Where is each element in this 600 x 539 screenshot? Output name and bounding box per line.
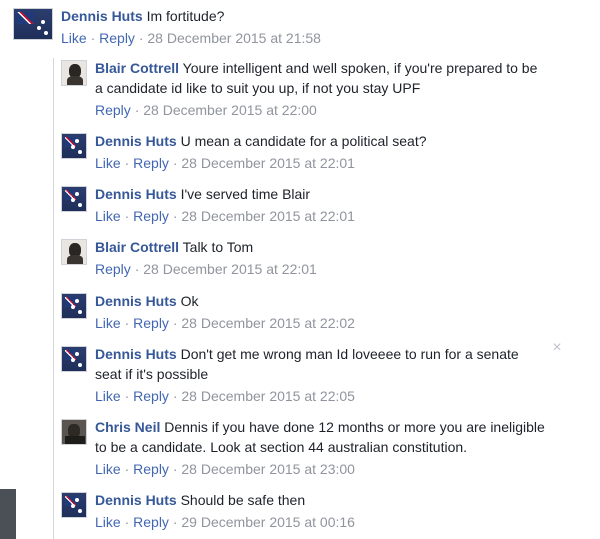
like-button[interactable]: Like (95, 155, 121, 171)
comment-timestamp[interactable]: 28 December 2015 at 23:00 (181, 461, 355, 477)
flag-avatar-icon[interactable] (13, 8, 53, 40)
separator-dot: · (172, 461, 178, 477)
separator-dot: · (134, 261, 140, 277)
comment-meta: Like · Reply · 28 December 2015 at 22:02 (95, 314, 355, 332)
comment-text-line: Dennis Huts Don't get me wrong man Id lo… (95, 344, 547, 384)
comment-author[interactable]: Dennis Huts (95, 186, 177, 202)
comment-author[interactable]: Dennis Huts (61, 8, 143, 24)
person-avatar-icon[interactable] (61, 239, 87, 265)
like-button[interactable]: Like (95, 315, 121, 331)
reply-button[interactable]: Reply (133, 514, 169, 530)
like-button[interactable]: Like (95, 514, 121, 530)
comment-author[interactable]: Dennis Huts (95, 133, 177, 149)
comment-timestamp[interactable]: 28 December 2015 at 21:58 (147, 30, 321, 46)
comment-text: Should be safe then (180, 492, 306, 508)
separator-dot: · (172, 388, 178, 404)
person-avatar-icon[interactable] (61, 60, 87, 86)
reply-item: Dennis Huts Don't get me wrong man Id lo… (61, 344, 551, 405)
comment-timestamp[interactable]: 28 December 2015 at 22:05 (181, 388, 355, 404)
comment-author[interactable]: Dennis Huts (95, 492, 177, 508)
scrollbar-edge (0, 489, 16, 539)
comment-text: Ok (180, 293, 199, 309)
comment-meta: Reply · 28 December 2015 at 22:00 (95, 101, 541, 119)
flag-avatar-icon[interactable] (61, 133, 87, 159)
flag-avatar-icon[interactable] (61, 492, 87, 518)
like-button[interactable]: Like (95, 388, 121, 404)
reply-item: Dennis Huts U mean a candidate for a pol… (61, 131, 561, 172)
comment-author[interactable]: Blair Cottrell (95, 239, 179, 255)
comment-meta: Reply · 28 December 2015 at 22:01 (95, 260, 317, 278)
reply-item: Blair Cottrell Youre intelligent and wel… (61, 58, 541, 119)
separator-dot: · (90, 30, 96, 46)
comment-text-line: Dennis Huts I've served time Blair (95, 184, 355, 204)
reply-thread-line (53, 58, 54, 539)
reply-button[interactable]: Reply (95, 102, 131, 118)
separator-dot: · (172, 514, 178, 530)
comment-text-line: Dennis Huts Im fortitude? (61, 6, 321, 26)
comment-text: Talk to Tom (182, 239, 254, 255)
comment-text: I've served time Blair (180, 186, 311, 202)
close-icon[interactable]: × (550, 340, 564, 356)
flag-avatar-icon[interactable] (61, 346, 87, 372)
reply-button[interactable]: Reply (99, 30, 135, 46)
comment-author[interactable]: Chris Neil (95, 419, 160, 435)
reply-button[interactable]: Reply (133, 315, 169, 331)
comment-text: U mean a candidate for a political seat? (180, 133, 427, 149)
comment-text-line: Dennis Huts Should be safe then (95, 490, 355, 510)
comment-item: Dennis Huts Im fortitude? Like · Reply ·… (13, 6, 573, 47)
comment-meta: Like · Reply · 28 December 2015 at 22:05 (95, 387, 547, 405)
like-button[interactable]: Like (95, 461, 121, 477)
separator-dot: · (124, 155, 130, 171)
comment-text-line: Chris Neil Dennis if you have done 12 mo… (95, 417, 557, 457)
comment-meta: Like · Reply · 28 December 2015 at 21:58 (61, 29, 321, 47)
reply-item: Dennis Huts Should be safe then Like · R… (61, 490, 561, 531)
comment-meta: Like · Reply · 28 December 2015 at 22:01 (95, 154, 427, 172)
comment-text-line: Blair Cottrell Youre intelligent and wel… (95, 58, 541, 98)
reply-item: Chris Neil Dennis if you have done 12 mo… (61, 417, 561, 478)
comment-text-line: Dennis Huts Ok (95, 291, 355, 311)
reply-item: Dennis Huts Ok Like · Reply · 28 Decembe… (61, 291, 561, 332)
reply-button[interactable]: Reply (95, 261, 131, 277)
comment-timestamp[interactable]: 28 December 2015 at 22:01 (181, 155, 355, 171)
comment-author[interactable]: Blair Cottrell (95, 60, 179, 76)
reply-button[interactable]: Reply (133, 388, 169, 404)
separator-dot: · (134, 102, 140, 118)
separator-dot: · (124, 315, 130, 331)
comment-timestamp[interactable]: 28 December 2015 at 22:00 (143, 102, 317, 118)
comment-text-line: Dennis Huts U mean a candidate for a pol… (95, 131, 427, 151)
reply-item: Blair Cottrell Talk to Tom Reply · 28 De… (61, 237, 561, 278)
comment-meta: Like · Reply · 28 December 2015 at 22:01 (95, 207, 355, 225)
comment-text-line: Blair Cottrell Talk to Tom (95, 237, 317, 257)
comment-timestamp[interactable]: 28 December 2015 at 22:01 (143, 261, 317, 277)
like-button[interactable]: Like (61, 30, 87, 46)
comment-timestamp[interactable]: 28 December 2015 at 22:01 (181, 208, 355, 224)
separator-dot: · (124, 388, 130, 404)
comment-timestamp[interactable]: 28 December 2015 at 22:02 (181, 315, 355, 331)
flag-avatar-icon[interactable] (61, 293, 87, 319)
comment-text: Dennis if you have done 12 months or mor… (95, 419, 545, 455)
flag-avatar-icon[interactable] (61, 186, 87, 212)
comment-text: Im fortitude? (146, 8, 225, 24)
separator-dot: · (124, 514, 130, 530)
comment-meta: Like · Reply · 29 December 2015 at 00:16 (95, 513, 355, 531)
reply-button[interactable]: Reply (133, 208, 169, 224)
person-avatar-icon[interactable] (61, 419, 87, 445)
separator-dot: · (172, 208, 178, 224)
like-button[interactable]: Like (95, 208, 121, 224)
comment-meta: Like · Reply · 28 December 2015 at 23:00 (95, 460, 557, 478)
separator-dot: · (172, 155, 178, 171)
reply-item: Dennis Huts I've served time Blair Like … (61, 184, 561, 225)
comment-author[interactable]: Dennis Huts (95, 346, 177, 362)
separator-dot: · (124, 208, 130, 224)
reply-button[interactable]: Reply (133, 155, 169, 171)
separator-dot: · (124, 461, 130, 477)
comment-author[interactable]: Dennis Huts (95, 293, 177, 309)
comment-timestamp[interactable]: 29 December 2015 at 00:16 (181, 514, 355, 530)
reply-button[interactable]: Reply (133, 461, 169, 477)
separator-dot: · (138, 30, 144, 46)
separator-dot: · (172, 315, 178, 331)
